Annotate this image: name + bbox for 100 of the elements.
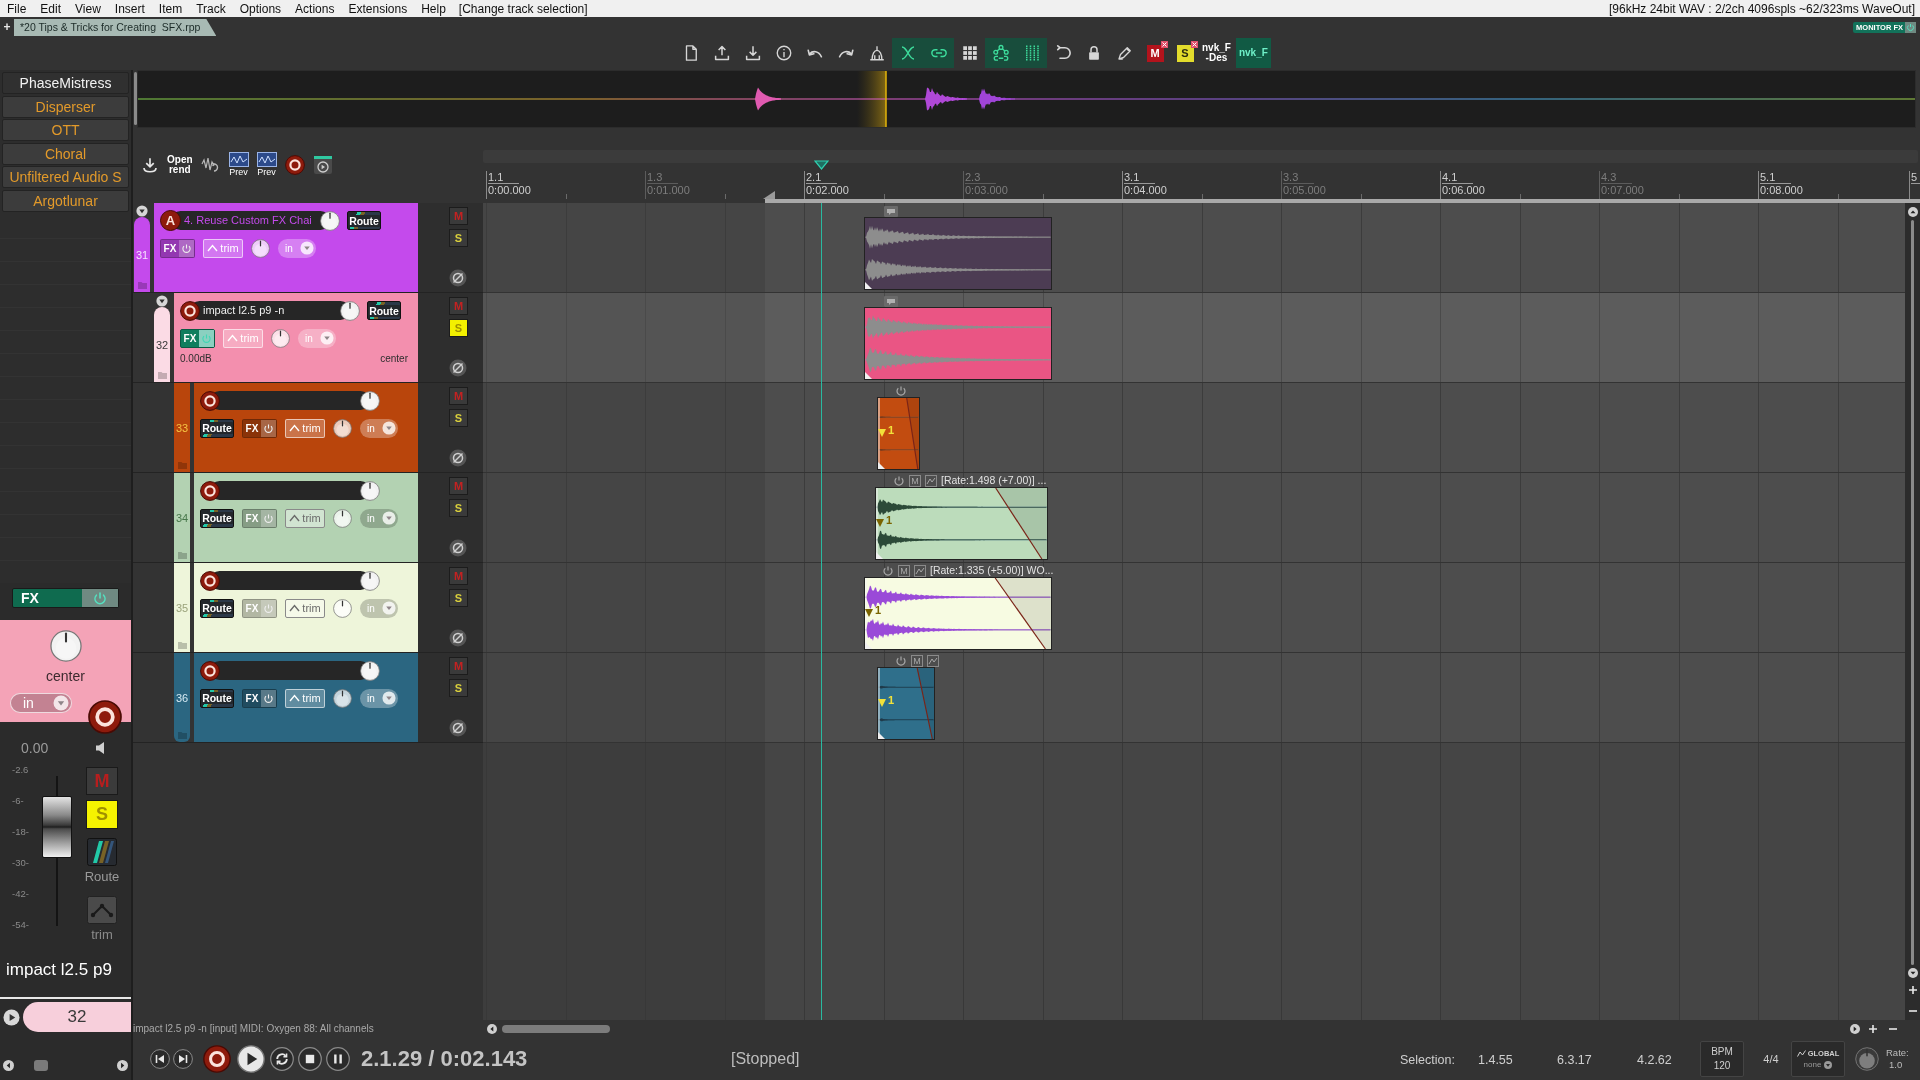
toolbar-button[interactable]: [923, 38, 954, 68]
scroll-left-icon[interactable]: [3, 1059, 14, 1071]
fx-list-item[interactable]: OTT: [2, 119, 129, 142]
speech-bubble-icon[interactable]: [884, 206, 898, 217]
menu-item[interactable]: Edit: [33, 1, 69, 16]
knob-icon[interactable]: [340, 300, 360, 321]
repeat-icon[interactable]: [270, 1047, 294, 1071]
solo-button[interactable]: S: [449, 679, 468, 697]
item-mute-toggle[interactable]: M: [909, 474, 921, 487]
record-icon[interactable]: [88, 700, 122, 734]
diagonal-stripes-icon[interactable]: [87, 838, 117, 866]
media-item[interactable]: [864, 577, 1052, 650]
knob-icon[interactable]: [320, 210, 340, 231]
line-graph-icon[interactable]: [925, 474, 937, 487]
fx-button[interactable]: FX: [180, 328, 215, 348]
solo-button[interactable]: S: [449, 229, 468, 247]
route-button[interactable]: Route: [347, 211, 381, 230]
route-button[interactable]: Route: [367, 301, 401, 320]
route-button[interactable]: Route: [200, 508, 234, 528]
track-panel[interactable]: impact l2.5 p9 -n Route FX trim in 0.00dB center: [174, 293, 418, 382]
media-item[interactable]: [875, 487, 1048, 560]
menu-item[interactable]: Options: [232, 1, 289, 16]
toolbar-button[interactable]: [1016, 38, 1047, 68]
solo-button[interactable]: S: [449, 409, 468, 427]
power-icon[interactable]: [895, 654, 907, 667]
fx-button[interactable]: FX: [242, 418, 277, 438]
scroll-up-icon[interactable]: [1907, 207, 1918, 217]
slashed-circle-icon[interactable]: [449, 359, 467, 377]
menu-item[interactable]: Help: [414, 1, 453, 16]
pause-icon[interactable]: [326, 1047, 350, 1071]
knob-icon[interactable]: [360, 480, 380, 501]
trim-button[interactable]: trim: [285, 418, 325, 438]
script-button[interactable]: nvk_F: [1235, 38, 1271, 68]
scrollbar-thumb[interactable]: [1911, 220, 1914, 965]
trim-button[interactable]: trim: [285, 508, 325, 528]
record-icon[interactable]: [200, 480, 220, 501]
track-color-strip[interactable]: 36: [174, 653, 190, 742]
fx-list-item[interactable]: Choral: [2, 142, 129, 165]
scrollbar-thumb[interactable]: [34, 1059, 48, 1071]
previous-icon[interactable]: [150, 1049, 170, 1069]
input-dropdown[interactable]: in: [360, 688, 398, 708]
play-icon[interactable]: [3, 1008, 20, 1026]
caret-icon[interactable]: [156, 295, 168, 307]
toolbar-button[interactable]: [892, 38, 923, 68]
slashed-circle-icon[interactable]: [449, 719, 467, 737]
track-color-strip[interactable]: 33: [174, 383, 190, 472]
playhead-icon[interactable]: [814, 160, 829, 170]
project-tab[interactable]: *20 Tips & Tricks for Creating SFX.rpp: [14, 19, 217, 36]
scroll-right-icon[interactable]: [117, 1059, 128, 1071]
line-graph-icon[interactable]: [914, 564, 926, 577]
menu-item[interactable]: View: [68, 1, 108, 16]
power-icon[interactable]: [893, 474, 905, 487]
scrollbar-thumb[interactable]: [502, 1025, 610, 1033]
open-render-button[interactable]: Open rend: [167, 154, 193, 175]
fx-list-item[interactable]: PhaseMistress: [2, 72, 129, 94]
fx-list-item[interactable]: Argotlunar: [2, 189, 129, 212]
route-button[interactable]: Route: [200, 418, 234, 438]
track-panel[interactable]: Route FX trim in: [194, 473, 418, 562]
power-icon[interactable]: [895, 384, 907, 397]
record-icon[interactable]: [203, 1045, 231, 1073]
fx-list-item[interactable]: Unfiltered Audio S: [2, 166, 129, 189]
record-icon[interactable]: [200, 390, 220, 411]
zoom-in-icon[interactable]: [1907, 985, 1918, 995]
record-icon[interactable]: [200, 570, 220, 591]
triangle-marker-icon[interactable]: [763, 191, 775, 199]
new-tab-button[interactable]: +: [0, 19, 14, 36]
track-color-strip[interactable]: 32: [154, 307, 170, 382]
menu-item[interactable]: Insert: [107, 1, 152, 16]
media-item[interactable]: [877, 667, 935, 740]
scroll-left-icon[interactable]: [487, 1024, 497, 1034]
media-item[interactable]: [877, 397, 920, 470]
toolbar-button[interactable]: [985, 38, 1016, 68]
fx-button[interactable]: FX: [242, 688, 277, 708]
menu-item[interactable]: Track: [189, 1, 233, 16]
scrollbar-thumb[interactable]: [133, 72, 137, 125]
zoom-in-icon[interactable]: [1868, 1024, 1878, 1034]
slashed-circle-icon[interactable]: [449, 269, 467, 287]
preview-button[interactable]: Prev: [228, 152, 249, 177]
play-icon[interactable]: [237, 1045, 265, 1073]
slashed-circle-icon[interactable]: [449, 539, 467, 557]
scroll-right-icon[interactable]: [1850, 1024, 1860, 1034]
next-icon[interactable]: [173, 1049, 193, 1069]
slashed-circle-icon[interactable]: [449, 449, 467, 467]
item-mute-toggle[interactable]: M: [911, 654, 923, 667]
knob-icon[interactable]: [360, 570, 380, 591]
speech-bubble-icon[interactable]: [884, 296, 898, 307]
track-panel[interactable]: Route FX trim in: [194, 563, 418, 652]
trim-button[interactable]: trim: [285, 688, 325, 708]
stop-icon[interactable]: [298, 1047, 322, 1071]
slashed-circle-icon[interactable]: [449, 629, 467, 647]
trim-button[interactable]: trim: [285, 598, 325, 618]
line-graph-icon[interactable]: [927, 654, 939, 667]
route-button[interactable]: Route: [200, 598, 234, 618]
menu-item[interactable]: File: [0, 1, 34, 16]
fx-button[interactable]: FX: [12, 588, 119, 608]
solo-button[interactable]: S: [449, 589, 468, 607]
knob-icon[interactable]: [360, 660, 380, 681]
tray-arrow-icon[interactable]: [141, 155, 159, 174]
automation-mode-dropdown[interactable]: none: [1803, 1059, 1833, 1070]
track-panel[interactable]: A 4. Reuse Custom FX Chai Route FX trim in: [154, 203, 418, 292]
